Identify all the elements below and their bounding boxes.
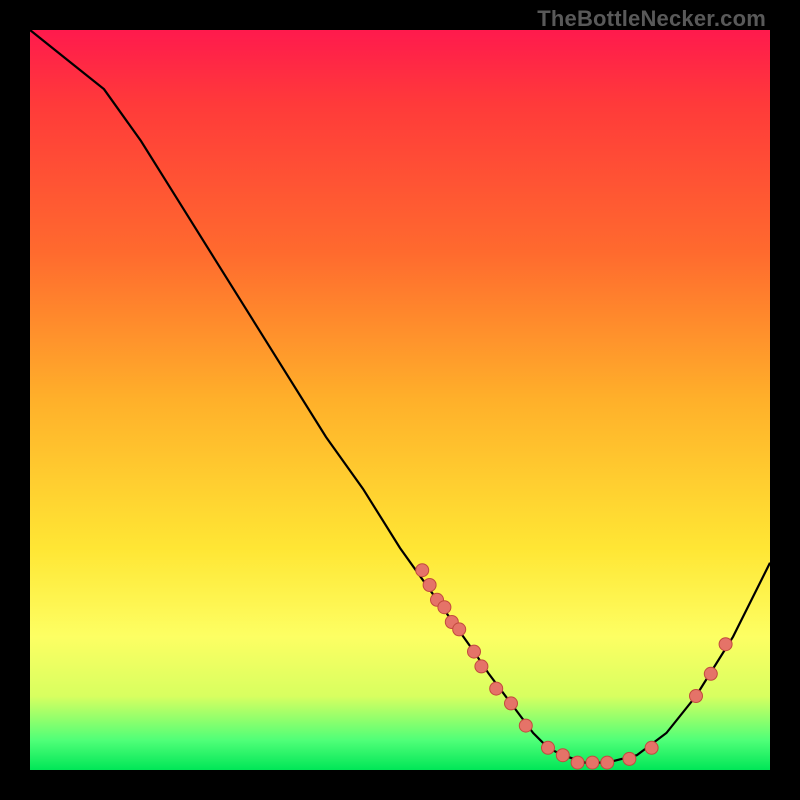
- data-point: [519, 719, 532, 732]
- data-point: [505, 697, 518, 710]
- data-point: [690, 690, 703, 703]
- data-point: [623, 752, 636, 765]
- data-point: [438, 601, 451, 614]
- data-point: [556, 749, 569, 762]
- data-point: [468, 645, 481, 658]
- data-point: [601, 756, 614, 769]
- data-point: [416, 564, 429, 577]
- data-point: [719, 638, 732, 651]
- chart-svg: [30, 30, 770, 770]
- watermark-text: TheBottleNecker.com: [537, 6, 766, 32]
- data-point: [423, 579, 436, 592]
- data-point: [475, 660, 488, 673]
- data-point: [704, 667, 717, 680]
- chart-frame: [30, 30, 770, 770]
- bottleneck-curve: [30, 30, 770, 763]
- data-point: [586, 756, 599, 769]
- data-point: [645, 741, 658, 754]
- data-points-group: [416, 564, 732, 769]
- data-point: [453, 623, 466, 636]
- data-point: [542, 741, 555, 754]
- data-point: [571, 756, 584, 769]
- data-point: [490, 682, 503, 695]
